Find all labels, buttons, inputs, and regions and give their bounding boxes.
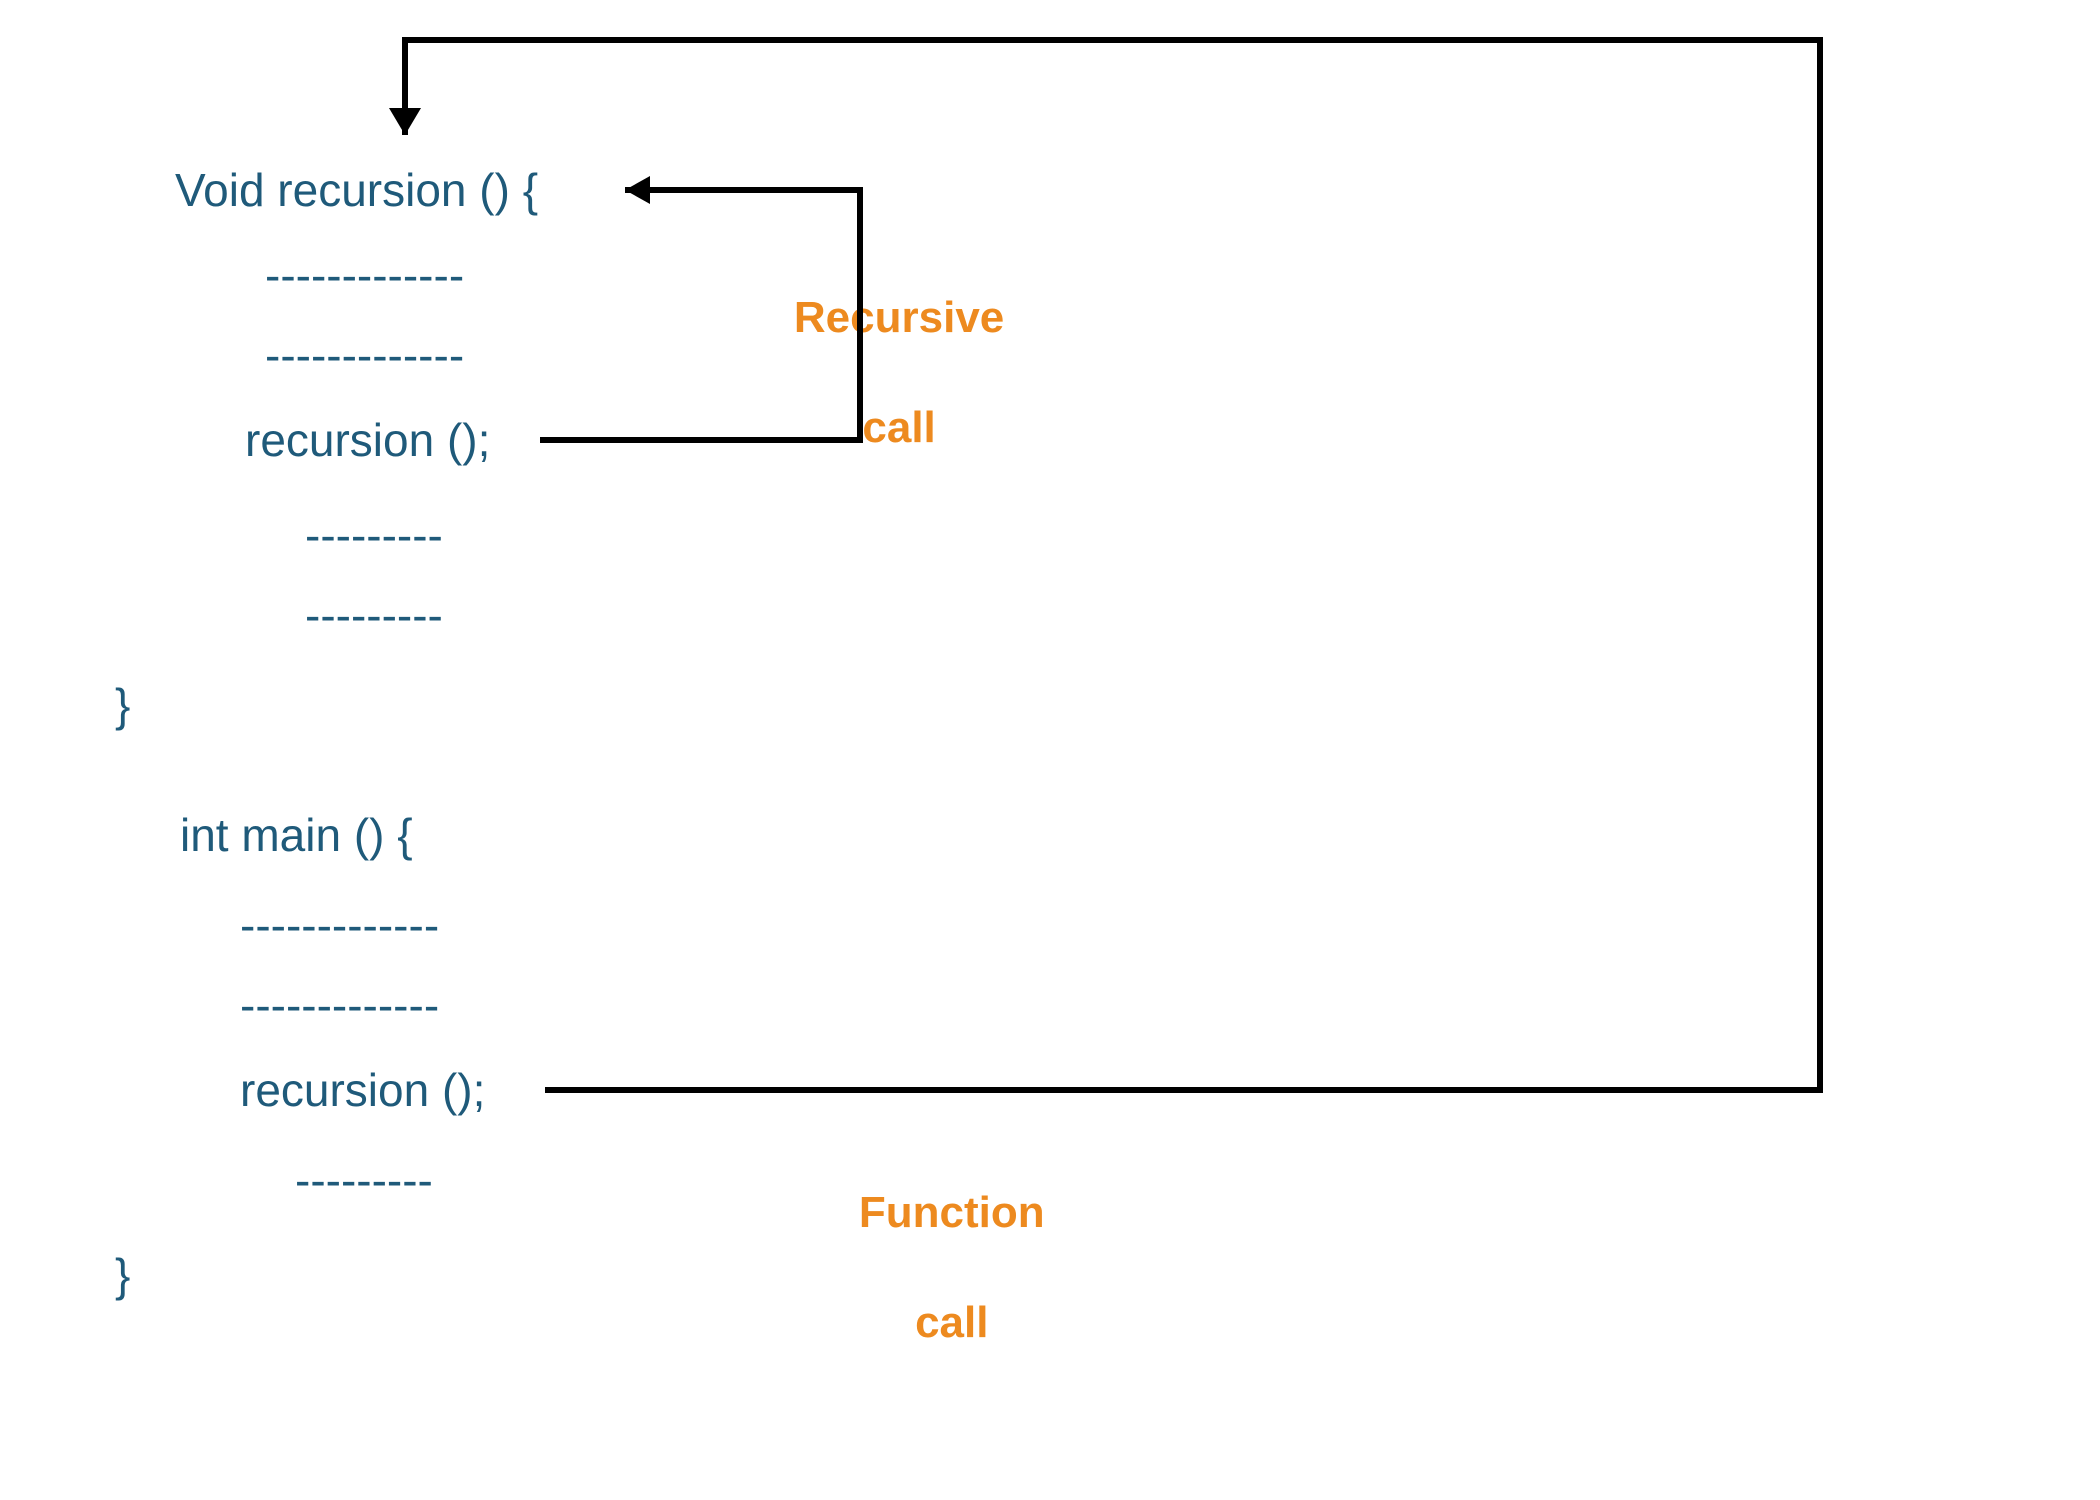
label-recursive-call: Recursive call xyxy=(745,235,1004,510)
code-line-close-brace-2: } xyxy=(115,1250,130,1301)
code-line-dash-5: ------------- xyxy=(240,900,439,951)
code-line-dash-7: --------- xyxy=(295,1155,433,1206)
code-line-dash-4: --------- xyxy=(305,590,443,641)
code-line-recursion-call-2: recursion (); xyxy=(240,1065,485,1116)
function-call-arrow xyxy=(389,40,1820,1090)
arrow-layer xyxy=(0,0,2100,1500)
code-line-dash-6: ------------- xyxy=(240,980,439,1031)
code-line-close-brace-1: } xyxy=(115,680,130,731)
code-line-recursion-call-1: recursion (); xyxy=(245,415,490,466)
label-function-line1: Function xyxy=(859,1188,1045,1237)
diagram-canvas: Void recursion () { ------------- ------… xyxy=(0,0,2100,1500)
label-recursive-line2: call xyxy=(862,403,935,452)
code-line-dash-1: ------------- xyxy=(265,250,464,301)
code-line-dash-3: --------- xyxy=(305,510,443,561)
code-line-main-decl: int main () { xyxy=(180,810,413,861)
code-line-fn-decl: Void recursion () { xyxy=(175,165,538,216)
label-function-line2: call xyxy=(915,1298,988,1347)
code-line-dash-2: ------------- xyxy=(265,330,464,381)
label-function-call: Function call xyxy=(810,1130,1045,1405)
label-recursive-line1: Recursive xyxy=(794,293,1004,342)
